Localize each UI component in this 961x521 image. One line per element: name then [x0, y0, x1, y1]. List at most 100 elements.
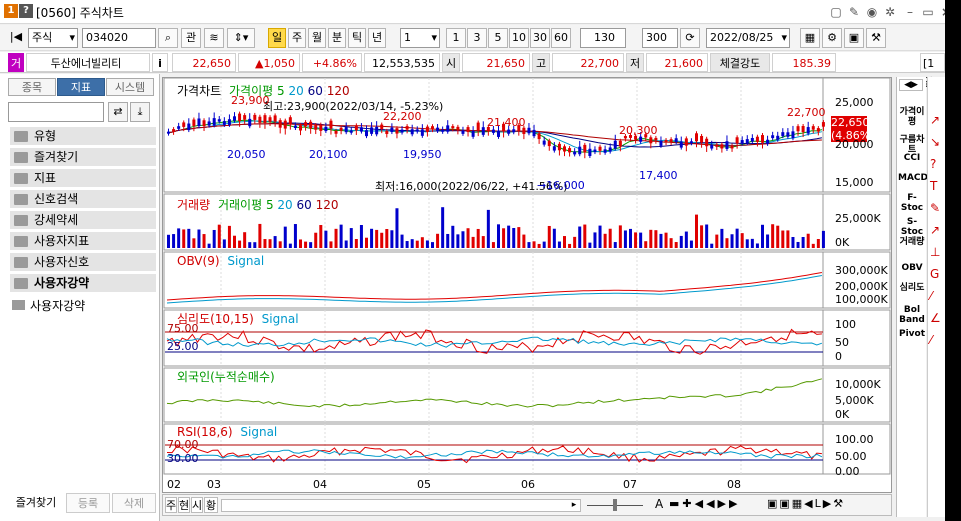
text-tool[interactable]: A [655, 497, 663, 511]
indicator-search-input[interactable] [8, 102, 104, 122]
candle-body [212, 118, 216, 126]
chart-tool-icons[interactable]: ▣▣▦◀L▶⚒ [767, 497, 845, 510]
chart-type-icon[interactable]: ≋ [204, 28, 224, 48]
volume-bar [816, 239, 820, 248]
watch-button[interactable]: 관 [181, 28, 201, 48]
tab-market[interactable]: 시 [191, 497, 203, 513]
candle-body [618, 140, 622, 147]
quick-interval-5[interactable]: 5 [488, 28, 508, 48]
candle-body [177, 126, 181, 129]
refresh-icon[interactable]: ⇄ [108, 102, 128, 122]
quick-interval-10[interactable]: 10 [509, 28, 529, 48]
menu-item-0[interactable]: 유형 [10, 127, 156, 146]
stock-code-input[interactable]: 034020 [82, 28, 156, 48]
scroll-up-icon[interactable]: ◀▶ [899, 79, 923, 91]
volume-bar [547, 225, 551, 248]
indicator-shortcut-8[interactable]: 심리도 [898, 283, 926, 293]
menu-item-6[interactable]: 사용자신호 [10, 253, 156, 272]
period-button-4[interactable]: 틱 [348, 28, 366, 48]
volume-bar [238, 240, 242, 248]
candle-body [253, 114, 257, 120]
candle-body [400, 129, 404, 133]
scroll-right-icon[interactable]: ▸ [568, 500, 580, 511]
menu-item-label: 즐겨찾기 [34, 150, 79, 164]
indicator-shortcut-7[interactable]: OBV [898, 263, 926, 273]
indicator-shortcut-4[interactable]: F-Stoc [898, 193, 926, 213]
favorites-button[interactable]: 즐겨찾기 [8, 493, 64, 513]
navigation-icons[interactable]: ▬✚◀◀▶▶ [669, 497, 740, 510]
menu-item-2[interactable]: 지표 [10, 169, 156, 188]
tab-status[interactable]: 황 [204, 497, 218, 513]
link-icon[interactable]: ▢ [828, 4, 844, 20]
chart-area[interactable]: 가격차트 가격이평 5 20 60 120 최고:23,900(2022/03/… [162, 77, 892, 493]
volume-value: 12,553,535 [364, 53, 440, 72]
date-input[interactable]: 2022/08/25 ▾ [706, 28, 790, 48]
indicator-shortcut-6[interactable]: 거래량 [898, 237, 926, 247]
config-icon[interactable]: ⚙ [822, 28, 842, 48]
period-button-3[interactable]: 분 [328, 28, 346, 48]
menu-item-7[interactable]: 사용자강약 [10, 274, 156, 293]
tab-current[interactable]: 현 [178, 497, 190, 513]
indicator-shortcut-3[interactable]: MACD [898, 173, 928, 183]
low-label: 저 [626, 53, 644, 72]
chart-scrollbar[interactable]: ▸ [221, 499, 581, 512]
rsi-axis-100: 100.00 [835, 433, 874, 446]
indicator-shortcut-10[interactable]: Pivot [898, 329, 926, 339]
candle-body [491, 129, 495, 133]
volume-bar [299, 239, 302, 248]
quick-interval-3[interactable]: 3 [467, 28, 487, 48]
info-icon[interactable]: i [152, 53, 168, 72]
count-input[interactable]: 130 [580, 28, 626, 48]
menu-item-1[interactable]: 즐겨찾기 [10, 148, 156, 167]
volume-bar [349, 228, 353, 248]
candle-body [349, 130, 353, 133]
tab-week[interactable]: 주 [165, 497, 177, 513]
sub-menu-item[interactable]: 사용자강약 [12, 297, 85, 314]
menu-item-5[interactable]: 사용자지표 [10, 232, 156, 251]
interval-select[interactable]: 1 ▾ [400, 28, 440, 48]
memo-icon[interactable]: ✎ [846, 4, 862, 20]
title-bar: 1 ? [0560] 주식차트 ▢ ✎ ◉ ✲ – ▭ × [0, 0, 951, 24]
zoom-slider-handle[interactable] [613, 499, 617, 511]
period-button-5[interactable]: 년 [368, 28, 386, 48]
drawing-tool-icons[interactable]: ↗ ↘? T ✎ ↗ ⊥ G ⁄ ∠ ⁄ [930, 109, 941, 351]
indicator-shortcut-0[interactable]: 가격이평 [898, 107, 926, 127]
indicator-shortcut-2[interactable]: CCI [898, 153, 926, 163]
save-icon[interactable]: ▣ [844, 28, 864, 48]
total-input[interactable]: 300 [642, 28, 678, 48]
help-icon[interactable]: ? [19, 4, 33, 18]
quick-interval-60[interactable]: 60 [551, 28, 571, 48]
candle-body [801, 125, 805, 133]
period-button-0[interactable]: 일 [268, 28, 286, 48]
volume-bar [217, 224, 221, 248]
updown-icon[interactable]: ⇕▾ [227, 28, 255, 48]
menu-item-4[interactable]: 강세약세 [10, 211, 156, 230]
tab-indicator[interactable]: 지표 [57, 78, 105, 96]
indicator-shortcut-1[interactable]: 구름차트 [898, 135, 926, 155]
market-select[interactable]: 주식 ▾ [28, 28, 78, 48]
prev-stock-icon[interactable]: |◀ [6, 28, 26, 48]
camera-icon[interactable]: ◉ [864, 4, 880, 20]
refresh-icon[interactable]: ⟳ [680, 28, 700, 48]
download-icon[interactable]: ⤓ [130, 102, 150, 122]
indicator-shortcut-9[interactable]: Bol Band [898, 305, 926, 325]
menu-item-3[interactable]: 신호검색 [10, 190, 156, 209]
search-icon[interactable]: ⌕ [158, 28, 178, 48]
volume-bar [354, 239, 358, 248]
quick-interval-30[interactable]: 30 [530, 28, 550, 48]
tab-stock[interactable]: 종목 [8, 78, 56, 96]
menu-item-label: 신호검색 [34, 192, 79, 206]
restore-icon[interactable]: ▭ [920, 4, 936, 20]
quick-interval-1[interactable]: 1 [446, 28, 466, 48]
indicator-shortcut-5[interactable]: S-Stoc [898, 217, 926, 237]
volume-bar [400, 234, 404, 248]
delete-button[interactable]: 삭제 [112, 493, 156, 513]
minimize-icon[interactable]: – [902, 4, 918, 20]
period-button-1[interactable]: 주 [288, 28, 306, 48]
grid-icon[interactable]: ▦ [800, 28, 820, 48]
period-button-2[interactable]: 월 [308, 28, 326, 48]
register-button[interactable]: 등록 [66, 493, 110, 513]
tools-icon[interactable]: ⚒ [866, 28, 886, 48]
settings-icon[interactable]: ✲ [882, 4, 898, 20]
tab-system[interactable]: 시스템 [106, 78, 154, 96]
